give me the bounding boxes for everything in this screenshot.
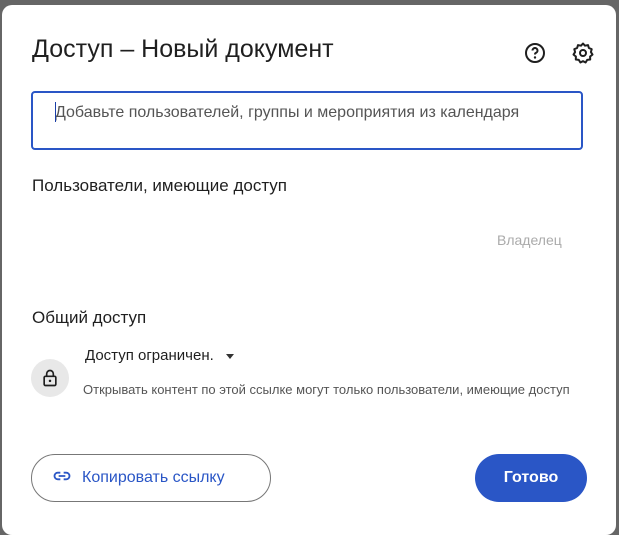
- copy-link-button[interactable]: Копировать ссылку: [31, 454, 271, 502]
- owner-role: Владелец: [497, 232, 562, 248]
- help-icon[interactable]: [523, 41, 547, 65]
- general-access-heading: Общий доступ: [32, 308, 147, 327]
- access-description: Открывать контент по этой ссылке могут т…: [83, 382, 570, 397]
- access-level-dropdown[interactable]: Доступ ограничен.: [85, 347, 234, 364]
- lock-icon: [31, 359, 69, 397]
- add-people-placeholder: Добавьте пользователей, группы и меропри…: [55, 104, 520, 121]
- done-button[interactable]: Готово: [475, 454, 587, 502]
- access-level-label: Доступ ограничен.: [85, 347, 214, 364]
- add-people-input[interactable]: Добавьте пользователей, группы и меропри…: [31, 91, 583, 150]
- copy-link-label: Копировать ссылку: [82, 469, 225, 486]
- dropdown-arrow-icon: [225, 353, 234, 359]
- dialog-title: Доступ – Новый документ: [32, 35, 334, 63]
- link-icon: [52, 466, 72, 491]
- people-heading: Пользователи, имеющие доступ: [32, 176, 288, 195]
- share-dialog: Доступ – Новый документ Добавьте пользов…: [2, 5, 616, 535]
- gear-icon[interactable]: [571, 41, 595, 65]
- text-caret: [55, 102, 56, 122]
